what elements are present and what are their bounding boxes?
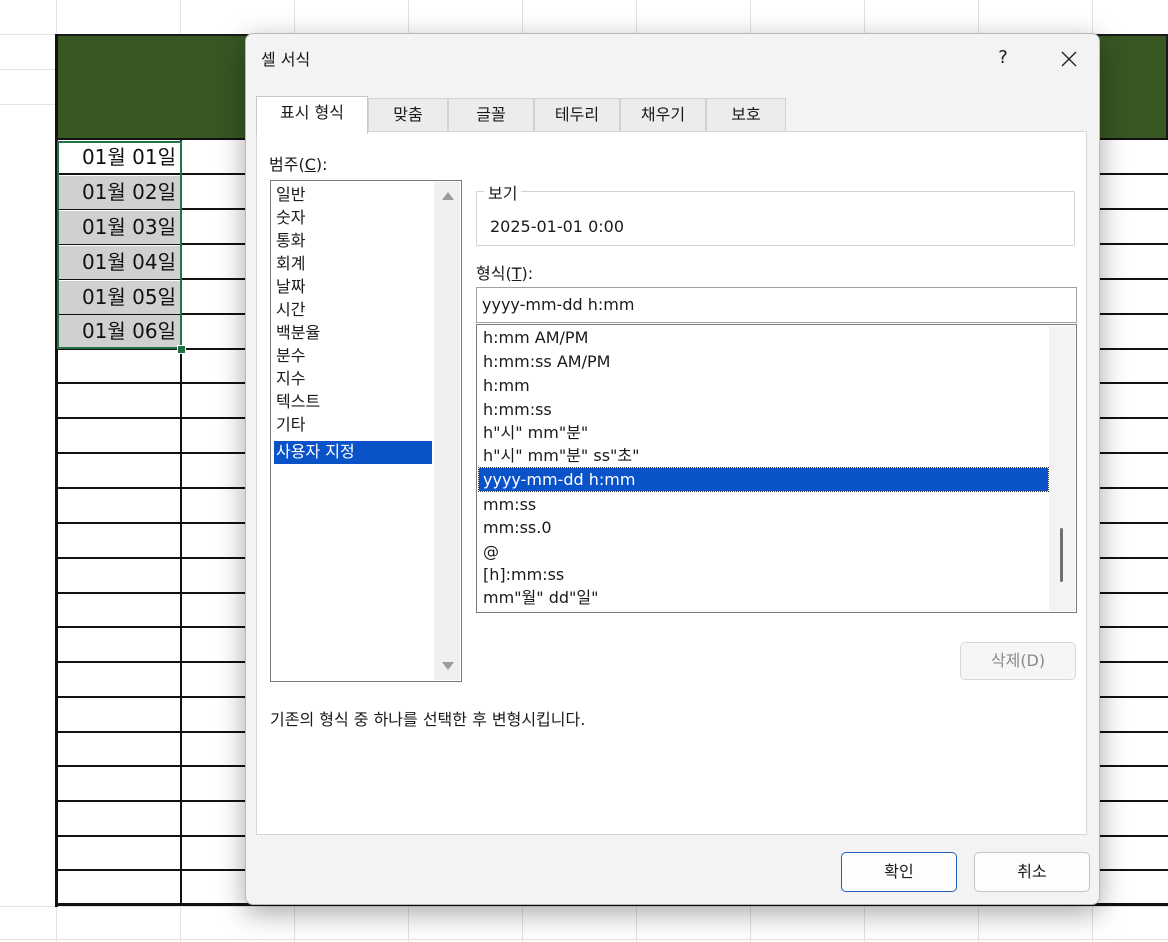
format-item[interactable]: h"시" mm"분" ss"초" [479,444,1048,467]
sample-value: 2025-01-01 0:00 [490,217,624,236]
format-item[interactable]: mm:ss.0 [479,516,1048,539]
scrollbar-thumb[interactable] [1060,528,1063,582]
tab-fill[interactable]: 채우기 [620,98,706,132]
cancel-button[interactable]: 취소 [974,852,1090,892]
category-item[interactable]: 숫자 [274,207,432,230]
format-item[interactable]: [h]:mm:ss [479,563,1048,586]
category-item[interactable]: 날짜 [274,276,432,299]
format-item[interactable]: h"시" mm"분" [479,421,1048,444]
date-cell[interactable]: 01월 04일 [58,246,180,279]
dialog-titlebar[interactable]: 셀 서식 ? [246,34,1099,80]
fill-handle[interactable] [177,345,186,354]
category-hotkey: C [304,155,316,174]
category-scrollbar[interactable] [434,182,460,680]
format-scrollbar[interactable] [1049,326,1075,611]
gridline [0,939,1168,940]
column-border [180,138,182,905]
category-item[interactable]: 회계 [274,253,432,276]
tab-border[interactable]: 테두리 [534,98,620,132]
sample-label: 보기 [484,180,522,204]
category-item[interactable]: 백분율 [274,322,432,345]
category-item[interactable]: 기타 [274,414,432,437]
format-item[interactable]: h:mm:ss [479,398,1048,421]
category-item[interactable]: 통화 [274,230,432,253]
scroll-up-icon[interactable] [442,192,454,200]
close-icon [1061,51,1077,67]
category-label: 범주(C): [269,155,328,174]
dialog-tabs: 표시 형식 맞춤 글꼴 테두리 채우기 보호 [256,96,816,134]
date-cell[interactable]: 01월 06일 [58,315,180,348]
category-label-text: 범주 [269,155,299,174]
number-tab-panel: 범주(C): 일반 숫자 통화 회계 날짜 시간 백분율 분수 지수 텍스트 기… [256,131,1087,835]
format-list[interactable]: h:mm AM/PM h:mm:ss AM/PM h:mm h:mm:ss h"… [476,324,1077,613]
date-cell[interactable]: 01월 05일 [58,281,180,314]
close-button[interactable] [1046,38,1092,78]
category-list[interactable]: 일반 숫자 통화 회계 날짜 시간 백분율 분수 지수 텍스트 기타 사용자 지… [270,180,462,682]
tab-alignment[interactable]: 맞춤 [368,98,448,132]
category-item[interactable]: 일반 [274,184,432,207]
format-item[interactable]: @ [479,540,1048,563]
date-cell[interactable]: 01월 01일 [58,141,180,174]
format-item[interactable]: h:mm:ss AM/PM [479,350,1048,373]
category-item-selected[interactable]: 사용자 지정 [274,441,432,464]
format-input[interactable]: yyyy-mm-dd h:mm [476,287,1077,323]
date-cell[interactable]: 01월 02일 [58,176,180,209]
format-item[interactable]: mm"월" dd"일" [479,586,1048,609]
format-item[interactable]: h:mm AM/PM [479,326,1048,349]
tab-font[interactable]: 글꼴 [448,98,534,132]
scroll-down-icon[interactable] [442,662,454,670]
category-item[interactable]: 지수 [274,368,432,391]
delete-button[interactable]: 삭제(D) [960,642,1076,680]
format-hotkey: T [511,264,522,283]
gridline [0,906,1168,907]
format-label: 형식(T): [476,264,534,283]
ok-button[interactable]: 확인 [841,852,957,892]
category-item[interactable]: 시간 [274,299,432,322]
category-item[interactable]: 분수 [274,345,432,368]
tab-protection[interactable]: 보호 [706,98,786,132]
tab-number[interactable]: 표시 형식 [256,96,368,134]
category-item[interactable]: 텍스트 [274,391,432,414]
description-text: 기존의 형식 중 하나를 선택한 후 변형시킵니다. [270,710,586,729]
format-cells-dialog: 셀 서식 ? 표시 형식 맞춤 글꼴 테두리 채우기 보호 범주(C): 일반 … [245,33,1100,905]
format-label-text: 형식 [476,264,506,283]
dialog-title: 셀 서식 [261,50,311,69]
format-item-selected[interactable]: yyyy-mm-dd h:mm [478,467,1049,492]
format-item[interactable]: h:mm [479,374,1048,397]
date-cell[interactable]: 01월 03일 [58,211,180,244]
help-button[interactable]: ? [980,38,1026,78]
format-item[interactable]: mm:ss [479,493,1048,516]
